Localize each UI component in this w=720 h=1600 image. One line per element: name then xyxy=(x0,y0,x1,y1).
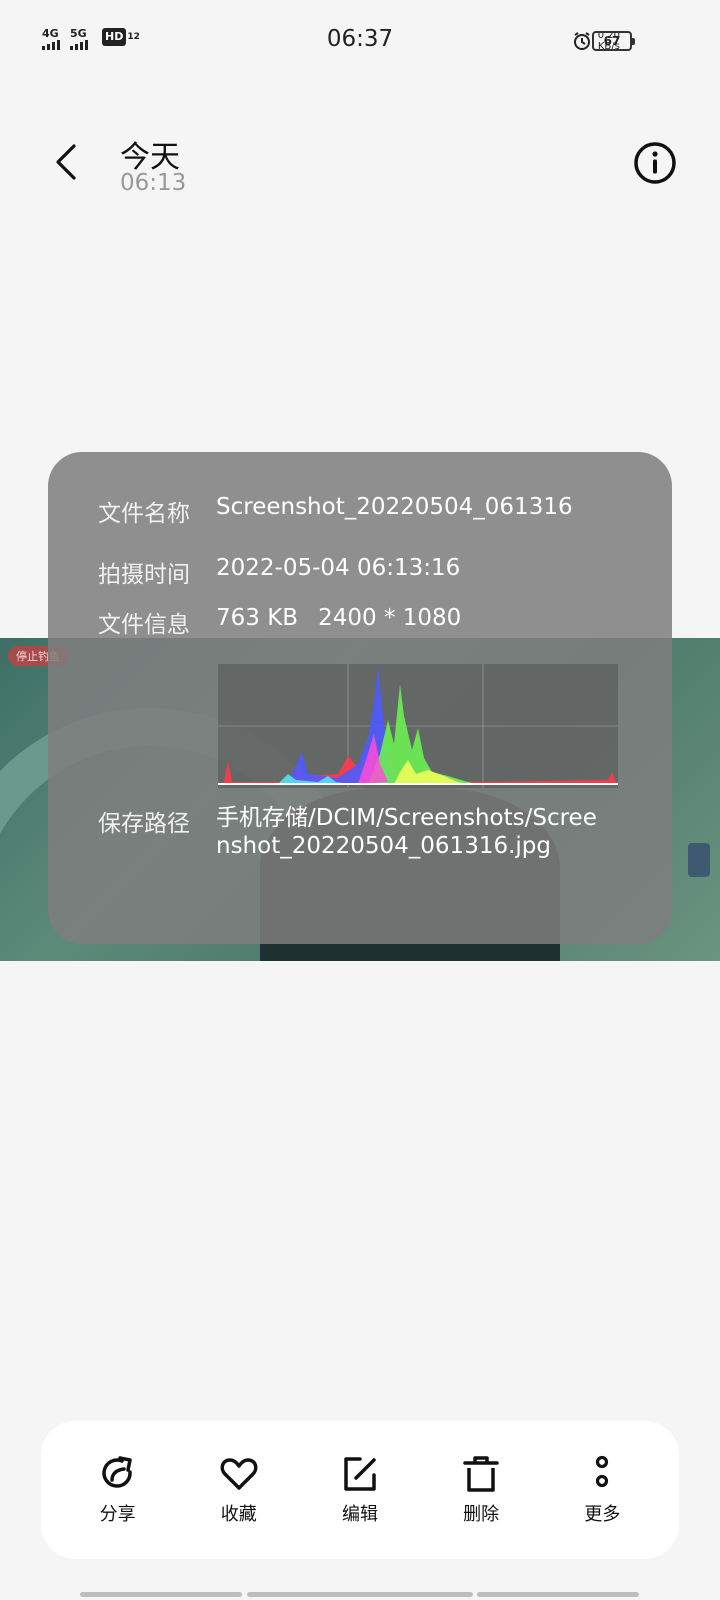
info-panel: 文件名称 Screenshot_20220504_061316 拍摄时间 202… xyxy=(48,452,672,944)
delete-label: 删除 xyxy=(463,1504,500,1525)
battery-level: 67 xyxy=(603,34,621,48)
heart-icon xyxy=(220,1458,258,1490)
favorite-button[interactable]: 收藏 xyxy=(189,1454,289,1526)
file-name-row: 文件名称 Screenshot_20220504_061316 xyxy=(98,494,573,528)
preview-jar xyxy=(688,843,710,877)
home-indicator-segment xyxy=(477,1592,639,1597)
alarm-icon xyxy=(572,31,592,51)
file-size: 763 KB xyxy=(216,605,299,631)
file-info-row: 文件信息 763 KB 2400 * 1080 xyxy=(98,605,461,639)
trash-icon xyxy=(463,1456,499,1492)
header: 今天 06:13 xyxy=(0,120,720,210)
favorite-label: 收藏 xyxy=(220,1504,257,1525)
more-vertical-icon xyxy=(596,1455,609,1488)
capture-time-row: 拍摄时间 2022-05-04 06:13:16 xyxy=(98,555,460,589)
file-name-value: Screenshot_20220504_061316 xyxy=(216,494,573,520)
share-button[interactable]: 分享 xyxy=(68,1454,168,1526)
page-subtitle: 06:13 xyxy=(120,170,187,196)
home-indicator-segment xyxy=(80,1592,242,1597)
home-indicator-segment xyxy=(247,1592,473,1597)
color-histogram xyxy=(218,664,618,788)
info-button[interactable] xyxy=(632,140,678,186)
more-button[interactable]: 更多 xyxy=(552,1454,652,1526)
edit-button[interactable]: 编辑 xyxy=(310,1454,410,1526)
more-label: 更多 xyxy=(584,1504,621,1525)
file-name-label: 文件名称 xyxy=(98,501,190,527)
capture-time-label: 拍摄时间 xyxy=(98,562,190,588)
share-label: 分享 xyxy=(99,1504,136,1525)
battery-icon: 67 xyxy=(592,31,635,51)
save-path-value: 手机存储/DCIM/Screenshots/Screenshot_2022050… xyxy=(216,805,597,859)
save-path-label: 保存路径 xyxy=(98,811,190,837)
edit-icon xyxy=(344,1457,376,1491)
info-circle-icon xyxy=(634,142,676,184)
edit-label: 编辑 xyxy=(341,1504,378,1525)
back-button[interactable] xyxy=(44,140,88,184)
delete-button[interactable]: 删除 xyxy=(431,1454,531,1526)
share-icon xyxy=(101,1456,132,1488)
chevron-left-icon xyxy=(56,144,76,180)
capture-time-value: 2022-05-04 06:13:16 xyxy=(216,555,461,581)
file-resolution: 2400 * 1080 xyxy=(318,605,462,631)
file-info-value: 763 KB 2400 * 1080 xyxy=(216,605,461,639)
status-bar: 4G 5G HD 12 06:37 0.20 KB/s 67 xyxy=(0,0,720,82)
bottom-toolbar: 分享 收藏 编辑 删除 更多 xyxy=(41,1421,679,1559)
save-path-row: 保存路径 手机存储/DCIM/Screenshots/Screenshot_20… xyxy=(98,804,606,860)
file-info-label: 文件信息 xyxy=(98,612,190,638)
